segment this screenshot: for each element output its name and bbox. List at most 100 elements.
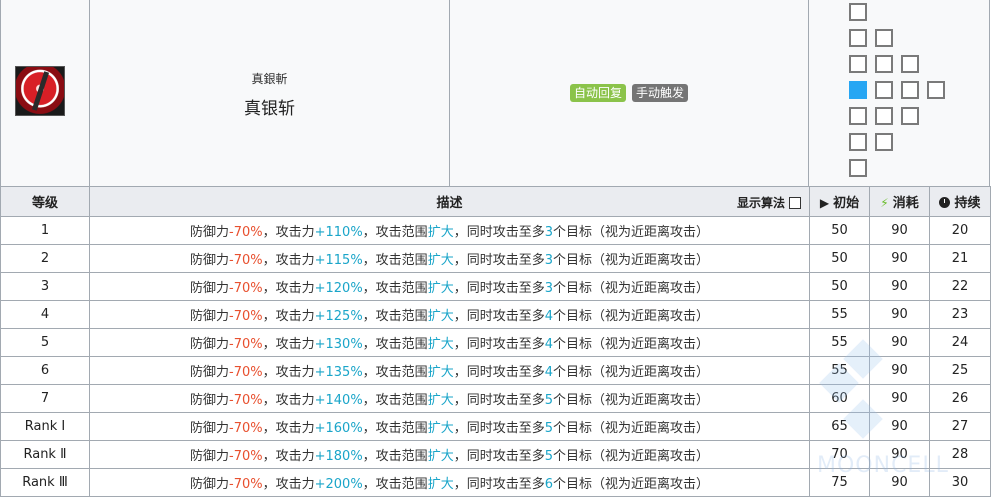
table-row: 2 防御力-70%，攻击力+115%，攻击范围扩大，同时攻击至多3个目标（视为近距… [0, 244, 991, 273]
table-row: 3 防御力-70%，攻击力+120%，攻击范围扩大，同时攻击至多3个目标（视为近距… [0, 272, 991, 301]
show-formula-checkbox[interactable] [789, 196, 801, 209]
play-icon: ▶ [819, 196, 830, 210]
range-cell [901, 107, 919, 125]
description-cell: 防御力-70%，攻击力+140%，攻击范围扩大，同时攻击至多5个目标（视为近距离… [89, 384, 810, 413]
level-cell: 4 [0, 300, 90, 329]
skill-name-cell: 真銀斬 真银斩 [90, 0, 450, 186]
range-cell [849, 3, 867, 21]
description-cell: 防御力-70%，攻击力+180%，攻击范围扩大，同时攻击至多5个目标（视为近距离… [89, 440, 810, 469]
sp-cost-cell: 90 [869, 440, 930, 469]
initial-sp-cell: 75 [809, 468, 870, 497]
range-cell [901, 81, 919, 99]
range-cell-self [849, 81, 867, 99]
description-cell: 防御力-70%，攻击力+200%，攻击范围扩大，同时攻击至多6个目标（视为近距离… [89, 468, 810, 497]
description-cell: 防御力-70%，攻击力+125%，攻击范围扩大，同时攻击至多4个目标（视为近距离… [89, 300, 810, 329]
header-cost: ⚡ 消耗 [869, 186, 930, 217]
initial-sp-cell: 70 [809, 440, 870, 469]
level-cell: 2 [0, 244, 90, 273]
sp-cost-cell: 90 [869, 216, 930, 245]
table-row: 6 防御力-70%，攻击力+135%，攻击范围扩大，同时攻击至多4个目标（视为近距… [0, 356, 991, 385]
level-cell: 5 [0, 328, 90, 357]
initial-sp-cell: 55 [809, 328, 870, 357]
skill-header: 真銀斬 真银斩 自动回复 手动触发 [0, 0, 990, 186]
duration-cell: 26 [929, 384, 991, 413]
description-cell: 防御力-70%，攻击力+120%，攻击范围扩大，同时攻击至多3个目标（视为近距离… [89, 272, 810, 301]
duration-cell: 22 [929, 272, 991, 301]
skill-level-table: 等级 描述 显示算法 ▶ 初始 ⚡ 消耗 持续 1 防御力-70%，攻击力+110%，… [0, 186, 991, 497]
initial-sp-cell: 55 [809, 356, 870, 385]
attack-range-grid [809, 0, 990, 186]
show-formula-label: 显示算法 [736, 196, 785, 210]
level-cell: 1 [0, 216, 90, 245]
range-cell [849, 159, 867, 177]
table-row: Rank Ⅲ 防御力-70%，攻击力+200%，攻击范围扩大，同时攻击至多6个目标… [0, 468, 991, 497]
header-cost-label: 消耗 [892, 196, 919, 211]
show-formula-toggle[interactable]: 显示算法 [737, 194, 801, 211]
table-row: 4 防御力-70%，攻击力+125%，攻击范围扩大，同时攻击至多4个目标（视为近距… [0, 300, 991, 329]
sp-cost-cell: 90 [869, 356, 930, 385]
header-initial: ▶ 初始 [809, 186, 870, 217]
initial-sp-cell: 50 [809, 272, 870, 301]
range-cell [875, 81, 893, 99]
clock-icon [939, 197, 951, 208]
skill-tags-cell: 自动回复 手动触发 [450, 0, 809, 186]
initial-sp-cell: 50 [809, 244, 870, 273]
skill-name-jp: 真銀斬 [251, 72, 288, 86]
skill-name: 真银斩 [244, 99, 295, 119]
sp-cost-cell: 90 [869, 244, 930, 273]
duration-cell: 21 [929, 244, 991, 273]
range-cell [875, 29, 893, 47]
level-cell: Rank Ⅲ [0, 468, 90, 497]
table-row: Rank Ⅱ 防御力-70%，攻击力+180%，攻击范围扩大，同时攻击至多5个目标… [0, 440, 991, 469]
skill-icon-cell [1, 0, 90, 186]
range-cell [849, 133, 867, 151]
range-cell [849, 107, 867, 125]
description-cell: 防御力-70%，攻击力+115%，攻击范围扩大，同时攻击至多3个目标（视为近距离… [89, 244, 810, 273]
header-duration-label: 持续 [954, 196, 981, 211]
sp-cost-cell: 90 [869, 412, 930, 441]
description-cell: 防御力-70%，攻击力+160%，攻击范围扩大，同时攻击至多5个目标（视为近距离… [89, 412, 810, 441]
tag-auto-recovery: 自动回复 [569, 84, 626, 102]
sp-cost-cell: 90 [869, 300, 930, 329]
header-description-label: 描述 [436, 196, 463, 211]
duration-cell: 27 [929, 412, 991, 441]
range-cell [849, 29, 867, 47]
level-cell: Rank Ⅱ [0, 440, 90, 469]
description-cell: 防御力-70%，攻击力+110%，攻击范围扩大，同时攻击至多3个目标（视为近距离… [89, 216, 810, 245]
range-cell [927, 81, 945, 99]
initial-sp-cell: 55 [809, 300, 870, 329]
sp-cost-cell: 90 [869, 384, 930, 413]
level-cell: 3 [0, 272, 90, 301]
table-row: Rank Ⅰ 防御力-70%，攻击力+160%，攻击范围扩大，同时攻击至多5个目标… [0, 412, 991, 441]
duration-cell: 24 [929, 328, 991, 357]
table-row: 1 防御力-70%，攻击力+110%，攻击范围扩大，同时攻击至多3个目标（视为近距… [0, 216, 991, 245]
range-cell [901, 55, 919, 73]
duration-cell: 20 [929, 216, 991, 245]
sp-cost-cell: 90 [869, 468, 930, 497]
header-description: 描述 显示算法 [89, 186, 810, 217]
table-row: 5 防御力-70%，攻击力+130%，攻击范围扩大，同时攻击至多4个目标（视为近距… [0, 328, 991, 357]
level-cell: 6 [0, 356, 90, 385]
range-cell [849, 55, 867, 73]
range-cell [875, 55, 893, 73]
header-level: 等级 [0, 186, 90, 217]
duration-cell: 28 [929, 440, 991, 469]
level-cell: 7 [0, 384, 90, 413]
duration-cell: 25 [929, 356, 991, 385]
sp-cost-cell: 90 [869, 272, 930, 301]
description-cell: 防御力-70%，攻击力+130%，攻击范围扩大，同时攻击至多4个目标（视为近距离… [89, 328, 810, 357]
tag-manual-trigger: 手动触发 [632, 84, 689, 102]
table-row: 7 防御力-70%，攻击力+140%，攻击范围扩大，同时攻击至多5个目标（视为近距… [0, 384, 991, 413]
header-duration: 持续 [929, 186, 991, 217]
initial-sp-cell: 50 [809, 216, 870, 245]
duration-cell: 23 [929, 300, 991, 329]
initial-sp-cell: 60 [809, 384, 870, 413]
description-cell: 防御力-70%，攻击力+135%，攻击范围扩大，同时攻击至多4个目标（视为近距离… [89, 356, 810, 385]
sp-cost-cell: 90 [869, 328, 930, 357]
range-cell [875, 133, 893, 151]
header-initial-label: 初始 [833, 196, 860, 211]
initial-sp-cell: 65 [809, 412, 870, 441]
level-cell: Rank Ⅰ [0, 412, 90, 441]
duration-cell: 30 [929, 468, 991, 497]
bolt-icon: ⚡ [880, 196, 889, 210]
